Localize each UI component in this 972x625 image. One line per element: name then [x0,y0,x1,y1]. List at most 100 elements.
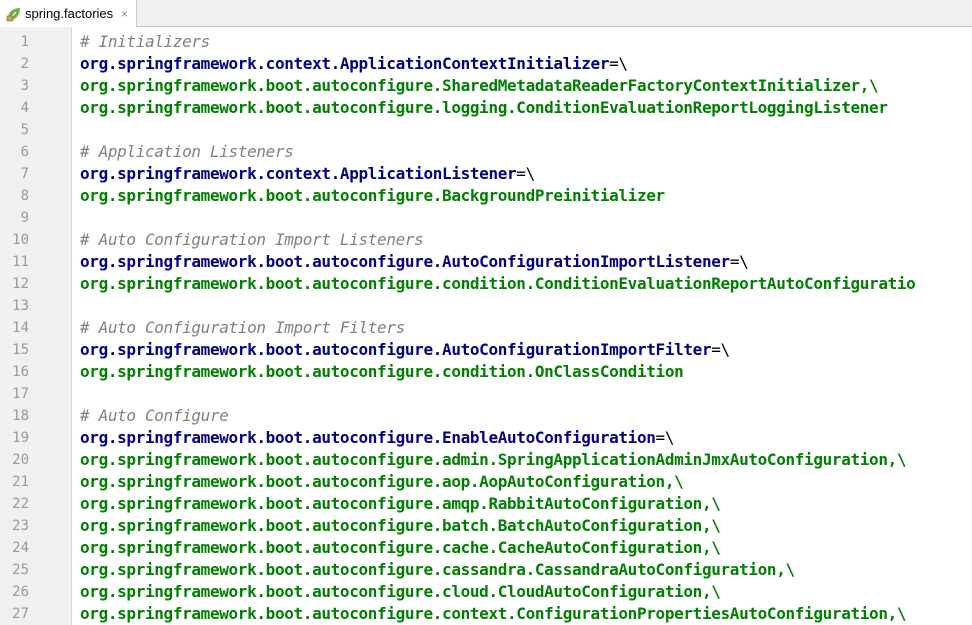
code-line[interactable]: 22 org.springframework.boot.autoconfigure… [0,493,972,515]
property-key: org.springframework.boot.autoconfigure.A… [80,252,730,271]
code-line[interactable]: 14 # Auto Configuration Import Filters [0,317,972,339]
comment-text: # Auto Configure [80,406,229,425]
line-number: 11 [12,254,29,270]
code-line[interactable]: 19 org.springframework.boot.autoconfigure… [0,427,972,449]
line-number: 8 [20,188,29,204]
property-value: org.springframework.boot.autoconfigure.a… [80,494,721,513]
code-line[interactable]: 16 org.springframework.boot.autoconfigure… [0,361,972,383]
line-number: 24 [12,540,29,556]
line-number: 18 [12,408,29,424]
property-value: org.springframework.boot.autoconfigure.c… [80,362,684,381]
code-text: org.springframework.boot.autoconfigure.c… [80,537,721,559]
line-number: 13 [12,298,29,314]
code-text: # Application Listeners [80,141,294,163]
line-number: 10 [12,232,29,248]
line-number: 5 [20,122,29,138]
code-line[interactable]: 23 org.springframework.boot.autoconfigure… [0,515,972,537]
key-value-separator: =\ [655,428,675,447]
property-value: org.springframework.boot.autoconfigure.l… [80,98,888,117]
close-icon[interactable]: × [121,8,128,20]
line-number: 20 [12,452,29,468]
property-key: org.springframework.context.ApplicationL… [80,164,517,183]
code-line[interactable]: 7 org.springframework.context.Application… [0,163,972,185]
line-number: 2 [20,56,29,72]
code-text: org.springframework.boot.autoconfigure.c… [80,273,916,295]
code-line[interactable]: 6 # Application Listeners [0,141,972,163]
line-number: 7 [20,166,29,182]
property-value: org.springframework.boot.autoconfigure.c… [80,560,795,579]
code-text: org.springframework.context.ApplicationL… [80,163,535,185]
line-number: 23 [12,518,29,534]
code-text: org.springframework.boot.autoconfigure.c… [80,559,795,581]
code-line[interactable]: 5 [0,119,972,141]
code-line[interactable]: 8 org.springframework.boot.autoconfigure.… [0,185,972,207]
code-line[interactable]: 9 [0,207,972,229]
key-value-separator: =\ [609,54,628,73]
property-value: org.springframework.boot.autoconfigure.B… [80,186,665,205]
code-line[interactable]: 12 org.springframework.boot.autoconfigure… [0,273,972,295]
code-line[interactable]: 3 org.springframework.boot.autoconfigure.… [0,75,972,97]
code-line[interactable]: 25 org.springframework.boot.autoconfigure… [0,559,972,581]
code-text: org.springframework.boot.autoconfigure.B… [80,185,665,207]
comment-text: # Auto Configuration Import Filters [80,318,405,337]
code-text: org.springframework.boot.autoconfigure.l… [80,97,888,119]
line-number: 27 [12,606,29,622]
property-value: org.springframework.boot.autoconfigure.a… [80,472,684,491]
properties-file-icon [6,6,22,22]
code-line[interactable]: 20 org.springframework.boot.autoconfigure… [0,449,972,471]
comment-text: # Initializers [80,32,210,51]
code-line[interactable]: 2 org.springframework.context.Application… [0,53,972,75]
code-text: org.springframework.context.ApplicationC… [80,53,628,75]
code-line[interactable]: 10 # Auto Configuration Import Listeners [0,229,972,251]
line-number: 26 [12,584,29,600]
code-line[interactable]: 1 # Initializers [0,31,972,53]
code-line[interactable]: 15 org.springframework.boot.autoconfigure… [0,339,972,361]
code-text: org.springframework.boot.autoconfigure.a… [80,449,907,471]
code-line[interactable]: 26 org.springframework.boot.autoconfigure… [0,581,972,603]
code-text: # Initializers [80,31,210,53]
code-line[interactable]: 11 org.springframework.boot.autoconfigure… [0,251,972,273]
comment-text: # Application Listeners [80,142,294,161]
comment-text: # Auto Configuration Import Listeners [80,230,424,249]
property-value: org.springframework.boot.autoconfigure.b… [80,516,721,535]
property-value: org.springframework.boot.autoconfigure.c… [80,538,721,557]
line-number: 12 [12,276,29,292]
code-line[interactable]: 18 # Auto Configure [0,405,972,427]
code-text: org.springframework.boot.autoconfigure.b… [80,515,721,537]
property-key: org.springframework.context.ApplicationC… [80,54,610,73]
code-text: # Auto Configuration Import Filters [80,317,405,339]
code-text: org.springframework.boot.autoconfigure.a… [80,471,684,493]
line-number: 1 [20,34,29,50]
code-text: org.springframework.boot.autoconfigure.c… [80,603,907,625]
line-number: 19 [12,430,29,446]
code-text: # Auto Configuration Import Listeners [80,229,424,251]
code-text: org.springframework.boot.autoconfigure.c… [80,361,684,383]
code-text: org.springframework.boot.autoconfigure.E… [80,427,674,449]
line-number: 3 [20,78,29,94]
code-line[interactable]: 17 [0,383,972,405]
code-line[interactable]: 24 org.springframework.boot.autoconfigure… [0,537,972,559]
key-value-separator: =\ [516,164,535,183]
code-text: # Auto Configure [80,405,229,427]
property-key: org.springframework.boot.autoconfigure.E… [80,428,656,447]
property-key: org.springframework.boot.autoconfigure.A… [80,340,712,359]
line-number: 25 [12,562,29,578]
tab-spring-factories[interactable]: spring.factories × [0,0,138,27]
code-line[interactable]: 13 [0,295,972,317]
code-line[interactable]: 27 org.springframework.boot.autoconfigure… [0,603,972,625]
property-value: org.springframework.boot.autoconfigure.c… [80,604,907,623]
property-value: org.springframework.boot.autoconfigure.c… [80,582,721,601]
line-number: 22 [12,496,29,512]
key-value-separator: =\ [729,252,749,271]
line-number: 15 [12,342,29,358]
line-number: 16 [12,364,29,380]
code-text: org.springframework.boot.autoconfigure.A… [80,339,730,361]
code-text: org.springframework.boot.autoconfigure.A… [80,251,749,273]
code-line[interactable]: 21 org.springframework.boot.autoconfigure… [0,471,972,493]
code-text: org.springframework.boot.autoconfigure.c… [80,581,721,603]
editor-tab-bar: spring.factories × [0,0,972,27]
line-number: 6 [20,144,29,160]
code-lines: 1 # Initializers 2 org.springframework.cont… [0,31,972,625]
code-editor[interactable]: 1 # Initializers 2 org.springframework.cont… [0,27,972,625]
code-line[interactable]: 4 org.springframework.boot.autoconfigure.… [0,97,972,119]
